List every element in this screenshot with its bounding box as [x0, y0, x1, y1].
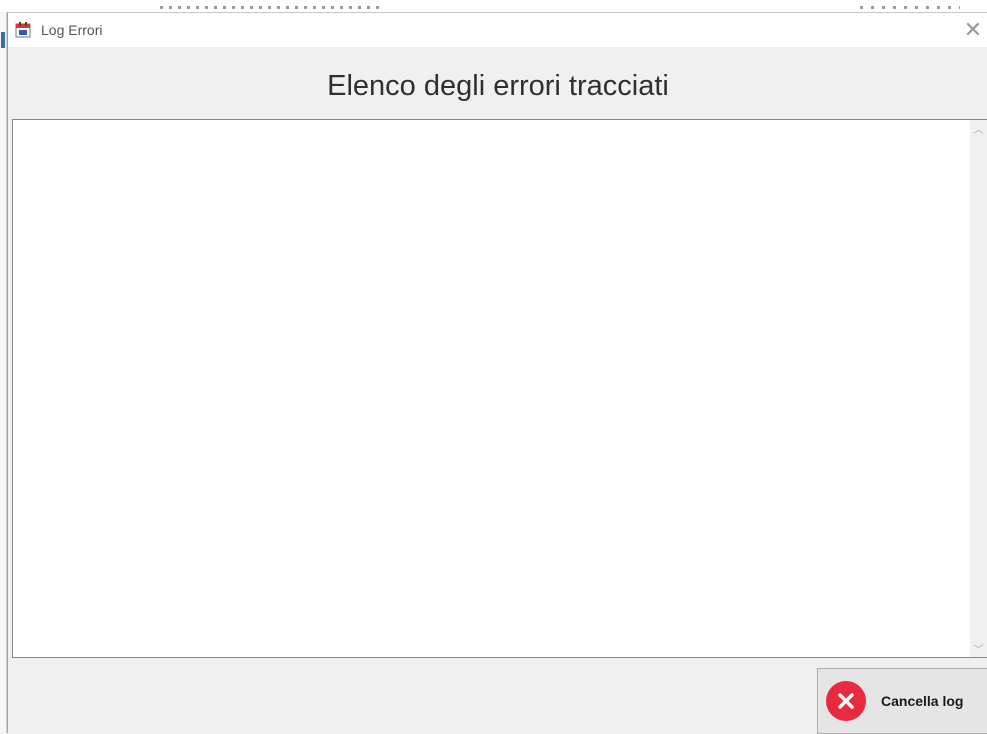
clear-log-label: Cancella log [881, 693, 964, 709]
calendar-icon [14, 21, 32, 39]
close-icon: ✕ [963, 17, 983, 42]
background-selection-mark [1, 32, 5, 48]
log-errors-dialog: Log Errori ✕ Elenco degli errori traccia… [7, 12, 987, 734]
chevron-up-icon: ︿ [973, 125, 984, 136]
clear-log-button[interactable]: Cancella log [817, 668, 987, 734]
page-title: Elenco degli errori tracciati [327, 70, 669, 102]
background-text-fragment [160, 6, 380, 9]
close-circle-icon [826, 681, 866, 721]
title-bar[interactable]: Log Errori ✕ [8, 13, 987, 47]
background-window-edge [0, 12, 7, 733]
close-button[interactable]: ✕ [958, 13, 987, 47]
background-text-fragment [860, 6, 960, 9]
vertical-scrollbar[interactable]: ︿ ﹀ [970, 120, 987, 657]
window-title: Log Errori [41, 22, 103, 38]
scroll-down-button[interactable]: ﹀ [970, 640, 987, 657]
background-window-strip [0, 0, 987, 12]
chevron-down-icon: ﹀ [973, 645, 984, 656]
error-log-textarea[interactable]: ︿ ﹀ [12, 119, 987, 658]
scroll-up-button[interactable]: ︿ [970, 120, 987, 137]
